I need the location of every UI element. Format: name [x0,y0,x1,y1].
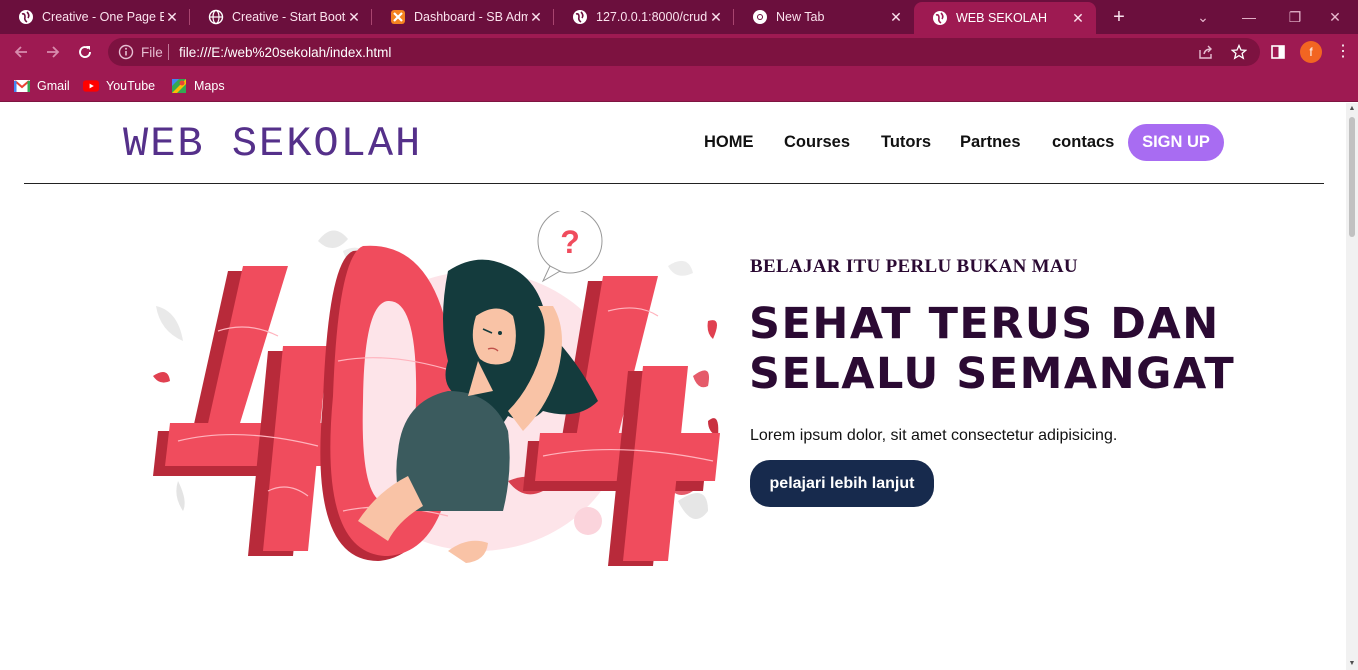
scroll-down-icon[interactable]: ▼ [1348,660,1356,668]
close-icon[interactable]: ✕ [1070,10,1086,26]
bookmark-gmail[interactable]: Gmail [14,77,70,95]
page-scrollbar[interactable]: ▲ ▼ [1346,103,1358,670]
side-panel-icon[interactable] [1266,40,1290,64]
headline-line-1: SEHAT TERUS DAN [749,299,1220,349]
scrollbar-thumb[interactable] [1349,117,1355,237]
close-icon[interactable]: ✕ [888,9,904,25]
hero-lead: Lorem ipsum dolor, sit amet consectetur … [750,427,1118,444]
tab-title: 127.0.0.1:8000/crud [596,10,708,24]
xampp-icon [390,9,406,25]
close-icon[interactable]: ✕ [708,9,724,25]
bookmark-label: Maps [194,79,225,93]
headline-line-2: SELALU SEMANGAT [749,349,1236,399]
nav-partners[interactable]: Partnes [960,133,1021,152]
back-icon[interactable] [9,40,33,64]
bookmark-youtube[interactable]: YouTube [83,77,155,95]
tab-dashboard[interactable]: Dashboard - SB Admin ✕ [372,0,554,34]
forward-icon[interactable] [41,40,65,64]
hero-kicker: BELAJAR ITU PERLU BUKAN MAU [750,256,1078,277]
globe-icon [208,9,224,25]
hero-headline: SEHAT TERUS DAN SELALU SEMANGAT [749,299,1269,399]
browser-toolbar: File file:///E:/web%20sekolah/index.html… [0,34,1358,70]
site-logo[interactable]: WEB SEKOLAH [123,120,422,168]
info-icon[interactable] [118,44,134,60]
header-divider [24,183,1324,184]
globe-icon [932,10,948,26]
nav-tutors[interactable]: Tutors [881,133,931,152]
svg-text:?: ? [560,224,580,260]
youtube-icon [83,78,99,94]
bookmark-maps[interactable]: Maps [171,77,225,95]
url-text[interactable]: file:///E:/web%20sekolah/index.html [179,45,391,60]
tab-new-tab[interactable]: New Tab ✕ [734,0,914,34]
globe-icon [572,9,588,25]
divider [168,44,169,60]
share-icon[interactable] [1198,44,1214,60]
tab-strip: Creative - One Page Bootstrap ✕ Creative… [0,0,1358,34]
nav-home[interactable]: HOME [704,133,754,152]
tab-crud[interactable]: 127.0.0.1:8000/crud ✕ [554,0,734,34]
tab-title: New Tab [776,10,825,24]
tab-creative-start-bootstrap[interactable]: Creative - Start Bootstrap ✕ [190,0,372,34]
tab-title: Creative - One Page Bootstrap [42,10,164,24]
tab-title: Dashboard - SB Admin [414,10,528,24]
reload-icon[interactable] [73,40,97,64]
chrome-icon [752,9,768,25]
tab-creative-one-page[interactable]: Creative - One Page Bootstrap ✕ [0,0,190,34]
close-icon[interactable]: ✕ [164,9,180,25]
menu-icon[interactable]: ⋮ [1335,41,1351,63]
page-viewport: WEB SEKOLAH HOME Courses Tutors Partnes … [0,103,1346,670]
tab-search-icon[interactable]: ⌄ [1180,0,1226,34]
bookmarks-bar: Gmail YouTube Maps [0,70,1358,102]
minimize-icon[interactable]: — [1226,0,1272,34]
nav-courses[interactable]: Courses [784,133,850,152]
globe-icon [18,9,34,25]
url-scheme: File [141,45,163,60]
maps-icon [171,78,187,94]
bookmark-star-icon[interactable] [1230,43,1248,60]
learn-more-button[interactable]: pelajari lebih lanjut [750,460,934,507]
scroll-up-icon[interactable]: ▲ [1348,105,1356,113]
address-bar[interactable]: File file:///E:/web%20sekolah/index.html [108,38,1260,66]
gmail-icon [14,78,30,94]
tab-title: WEB SEKOLAH [956,11,1047,25]
tab-web-sekolah[interactable]: WEB SEKOLAH ✕ [914,2,1096,34]
tab-title: Creative - Start Bootstrap [232,10,346,24]
window-close-icon[interactable]: ✕ [1312,0,1358,34]
profile-avatar[interactable]: f [1300,41,1322,63]
close-icon[interactable]: ✕ [346,9,362,25]
bookmark-label: Gmail [37,79,70,93]
new-tab-button[interactable]: + [1108,6,1130,28]
hero-illustration-404: ? [148,208,722,566]
close-icon[interactable]: ✕ [528,9,544,25]
nav-contacts[interactable]: contacs [1052,133,1114,152]
signup-button[interactable]: SIGN UP [1128,124,1224,161]
bookmark-label: YouTube [106,79,156,93]
